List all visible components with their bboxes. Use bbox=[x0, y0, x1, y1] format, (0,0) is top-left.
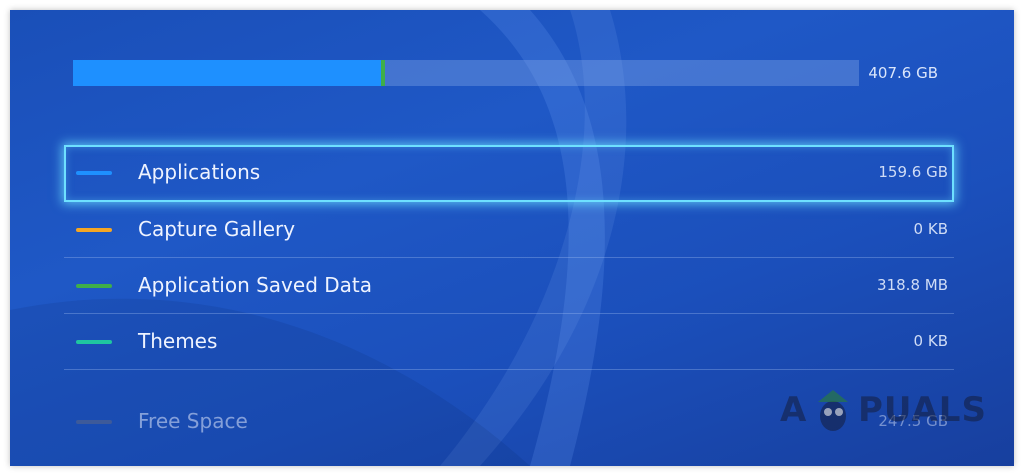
free-space-label: Free Space bbox=[138, 409, 248, 433]
storage-screen: 407.6 GB Applications 159.6 GB Capture G… bbox=[10, 10, 1014, 466]
capture-gallery-color-swatch bbox=[76, 228, 112, 232]
free-space-color-swatch bbox=[76, 420, 112, 424]
watermark-letters: PUALS bbox=[858, 390, 987, 430]
category-row-themes[interactable]: Themes 0 KB bbox=[64, 314, 954, 370]
saved-data-color-swatch bbox=[76, 284, 112, 288]
applications-color-swatch bbox=[76, 171, 112, 175]
category-size: 159.6 GB bbox=[878, 163, 948, 181]
category-label: Capture Gallery bbox=[138, 217, 296, 241]
themes-color-swatch bbox=[76, 340, 112, 344]
watermark-mascot-icon bbox=[818, 390, 848, 431]
category-row-application-saved-data[interactable]: Application Saved Data 318.8 MB bbox=[64, 258, 954, 314]
appuals-watermark-logo: A PUALS bbox=[780, 382, 986, 438]
category-size: 0 KB bbox=[913, 332, 948, 350]
category-label: Themes bbox=[138, 329, 218, 353]
storage-bar-saved-data-segment bbox=[381, 60, 385, 86]
category-row-applications[interactable]: Applications 159.6 GB bbox=[64, 145, 954, 202]
storage-bar-applications-segment bbox=[73, 60, 381, 86]
watermark-letter-a: A bbox=[780, 390, 808, 430]
storage-usage-bar bbox=[73, 60, 859, 86]
category-size: 318.8 MB bbox=[877, 276, 948, 294]
total-storage-label: 407.6 GB bbox=[868, 64, 938, 82]
category-row-capture-gallery[interactable]: Capture Gallery 0 KB bbox=[64, 202, 954, 258]
category-size: 0 KB bbox=[913, 220, 948, 238]
category-label: Application Saved Data bbox=[138, 273, 373, 297]
category-label: Applications bbox=[138, 160, 261, 184]
